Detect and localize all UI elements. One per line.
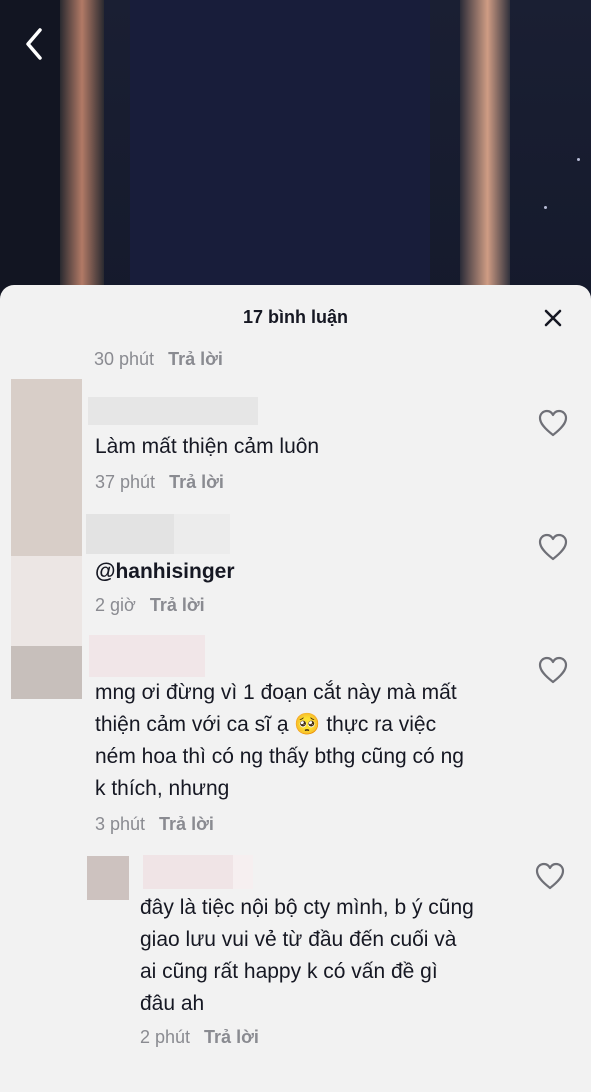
comment-time: 30 phút — [94, 349, 155, 369]
video-light-dot — [544, 206, 547, 209]
comment-meta: 2 phút Trả lời — [140, 1027, 259, 1048]
heart-outline-icon[interactable] — [538, 533, 568, 561]
avatar[interactable] — [11, 646, 82, 699]
video-light-pillar-left — [60, 0, 104, 300]
video-wall-center — [130, 0, 430, 300]
reply-button[interactable]: Trả lời — [150, 595, 205, 615]
username-redacted[interactable] — [233, 855, 253, 889]
username-redacted[interactable] — [86, 514, 174, 554]
username-redacted[interactable] — [174, 514, 230, 554]
username-redacted[interactable] — [88, 397, 258, 425]
close-icon[interactable] — [542, 307, 564, 329]
comment-time: 3 phút — [95, 814, 146, 834]
comment-meta: 37 phút Trả lời — [95, 472, 224, 493]
comment-count-title: 17 bình luận — [242, 307, 348, 327]
comment-time: 2 phút — [140, 1027, 191, 1047]
username-redacted[interactable] — [143, 855, 233, 889]
comment-time: 37 phút — [95, 472, 156, 492]
comment-text: mng ơi đừng vì 1 đoạn cắt này mà mất thi… — [95, 677, 464, 805]
comment-text[interactable]: @hanhisinger — [95, 556, 235, 588]
video-light-pillar-right — [460, 0, 510, 300]
heart-outline-icon[interactable] — [535, 862, 565, 890]
chevron-left-icon — [26, 28, 42, 60]
video-light-dot — [577, 158, 580, 161]
avatar[interactable] — [11, 556, 82, 646]
comment-meta: 2 giờ Trả lời — [95, 595, 205, 616]
video-background — [0, 0, 591, 300]
comments-sheet: 17 bình luận 30 phút Trả lời Làm mất thiệ… — [0, 285, 591, 1092]
heart-outline-icon[interactable] — [538, 409, 568, 437]
comment-text-line: đây là tiệc nội bộ cty mình, b ý cũng — [140, 896, 474, 919]
comment-text-line: k thích, nhưng — [95, 777, 230, 800]
comment-meta: 30 phút Trả lời — [94, 349, 223, 370]
comment-text-line: giao lưu vui vẻ từ đầu đến cuối và — [140, 928, 457, 951]
comment-text-line: mng ơi đừng vì 1 đoạn cắt này mà mất — [95, 681, 457, 704]
comment-text-line: ném hoa thì có ng thấy bthg cũng có ng — [95, 745, 464, 768]
comment-text-line: thiện cảm với ca sĩ ạ 🥺 thực ra việc — [95, 713, 437, 736]
comment-text-line: ai cũng rất happy k có vấn đề gì — [140, 960, 438, 983]
avatar[interactable] — [11, 379, 82, 556]
reply-button[interactable]: Trả lời — [204, 1027, 259, 1047]
comment-text: Làm mất thiện cảm luôn — [95, 435, 320, 458]
reply-button[interactable]: Trả lời — [169, 472, 224, 492]
avatar[interactable] — [87, 856, 129, 900]
heart-outline-icon[interactable] — [538, 656, 568, 684]
comment-meta: 3 phút Trả lời — [95, 814, 214, 835]
username-redacted[interactable] — [89, 635, 205, 677]
comment-time: 2 giờ — [95, 595, 136, 615]
back-button[interactable] — [22, 26, 52, 62]
comment-text-line: đâu ah — [140, 992, 205, 1015]
reply-button[interactable]: Trả lời — [168, 349, 223, 369]
reply-button[interactable]: Trả lời — [159, 814, 214, 834]
comment-text: đây là tiệc nội bộ cty mình, b ý cũng gi… — [140, 892, 474, 1020]
